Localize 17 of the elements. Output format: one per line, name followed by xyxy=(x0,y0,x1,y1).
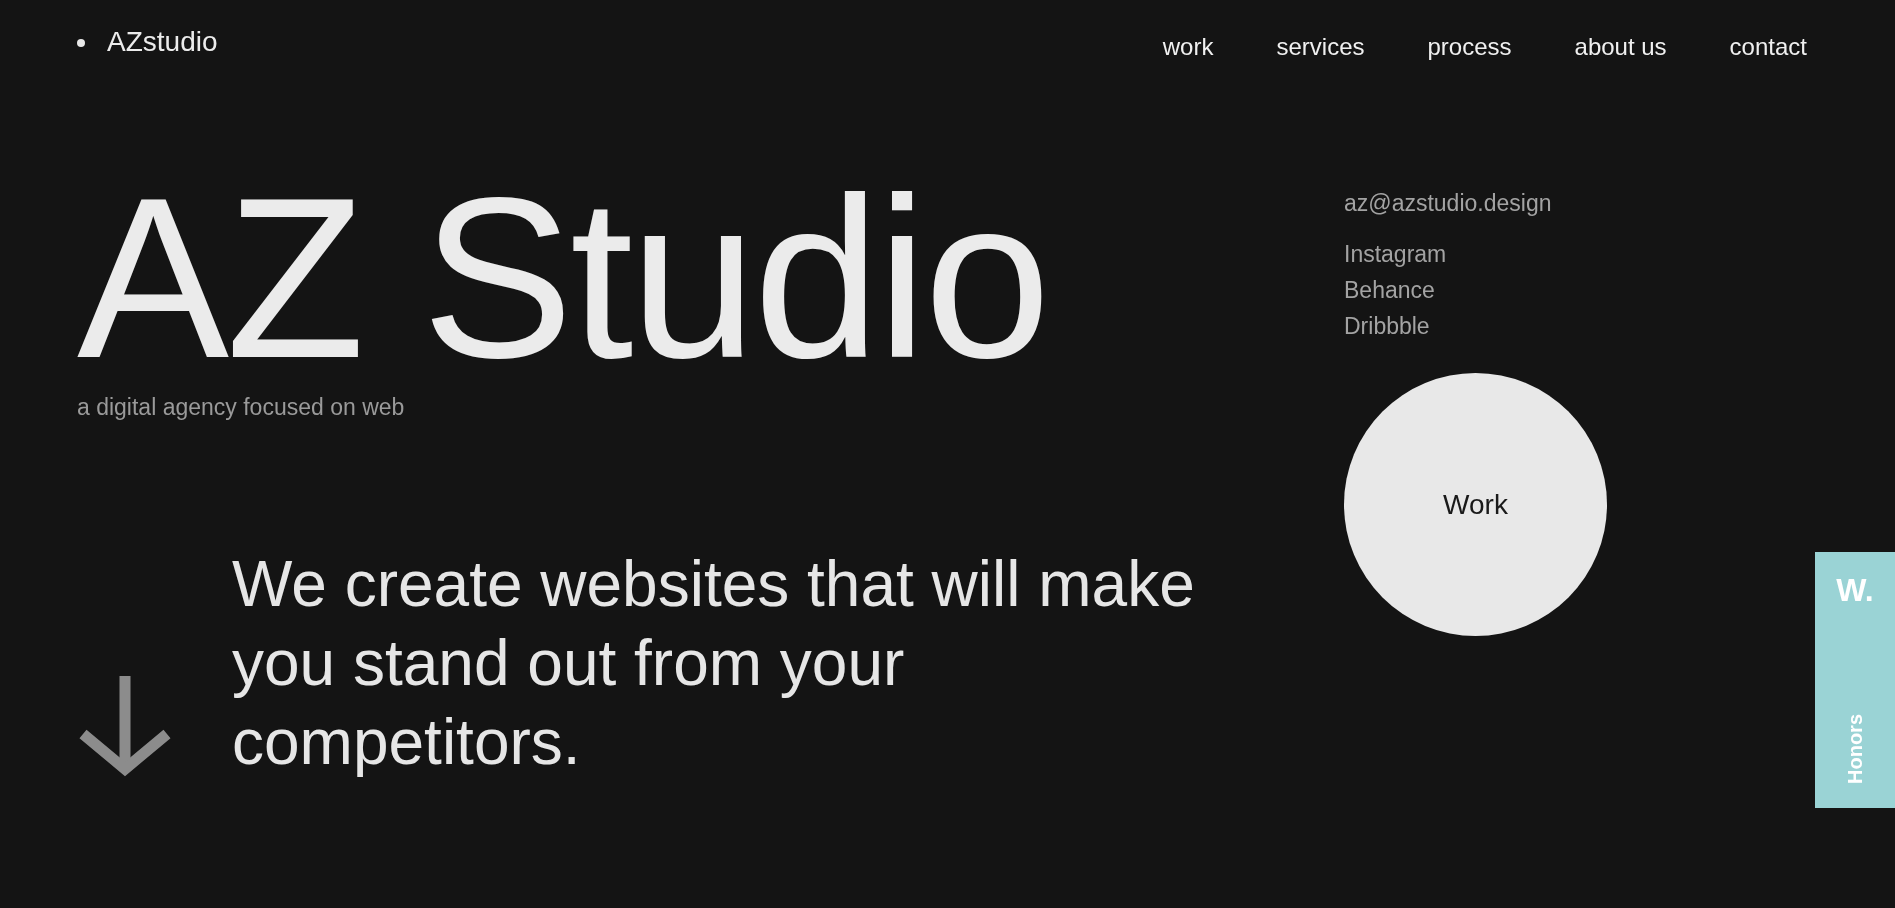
nav-link[interactable]: process xyxy=(1427,32,1512,62)
nav-link[interactable]: about us xyxy=(1574,32,1667,62)
social-link[interactable]: Behance xyxy=(1344,272,1435,308)
email-link[interactable]: az@azstudio.design xyxy=(1344,188,1552,218)
logo-link[interactable]: AZstudio xyxy=(107,27,218,57)
work-button[interactable]: Work xyxy=(1344,373,1607,636)
hero-subtitle: a digital agency focused on web xyxy=(77,393,406,422)
badge-logo: W. xyxy=(1836,574,1874,606)
nav-link[interactable]: contact xyxy=(1729,32,1807,62)
hero-title: AZ Studio xyxy=(77,164,1049,392)
dot-icon xyxy=(77,39,85,47)
badge-label: Honors xyxy=(1845,714,1865,784)
hero-tagline: We create websites that will make you stand out from your competitors. xyxy=(232,547,1196,780)
nav-link[interactable]: services xyxy=(1276,32,1365,62)
social-link[interactable]: Instagram xyxy=(1344,236,1447,272)
social-link[interactable]: Dribbble xyxy=(1344,308,1430,344)
nav-link[interactable]: work xyxy=(1162,32,1214,62)
